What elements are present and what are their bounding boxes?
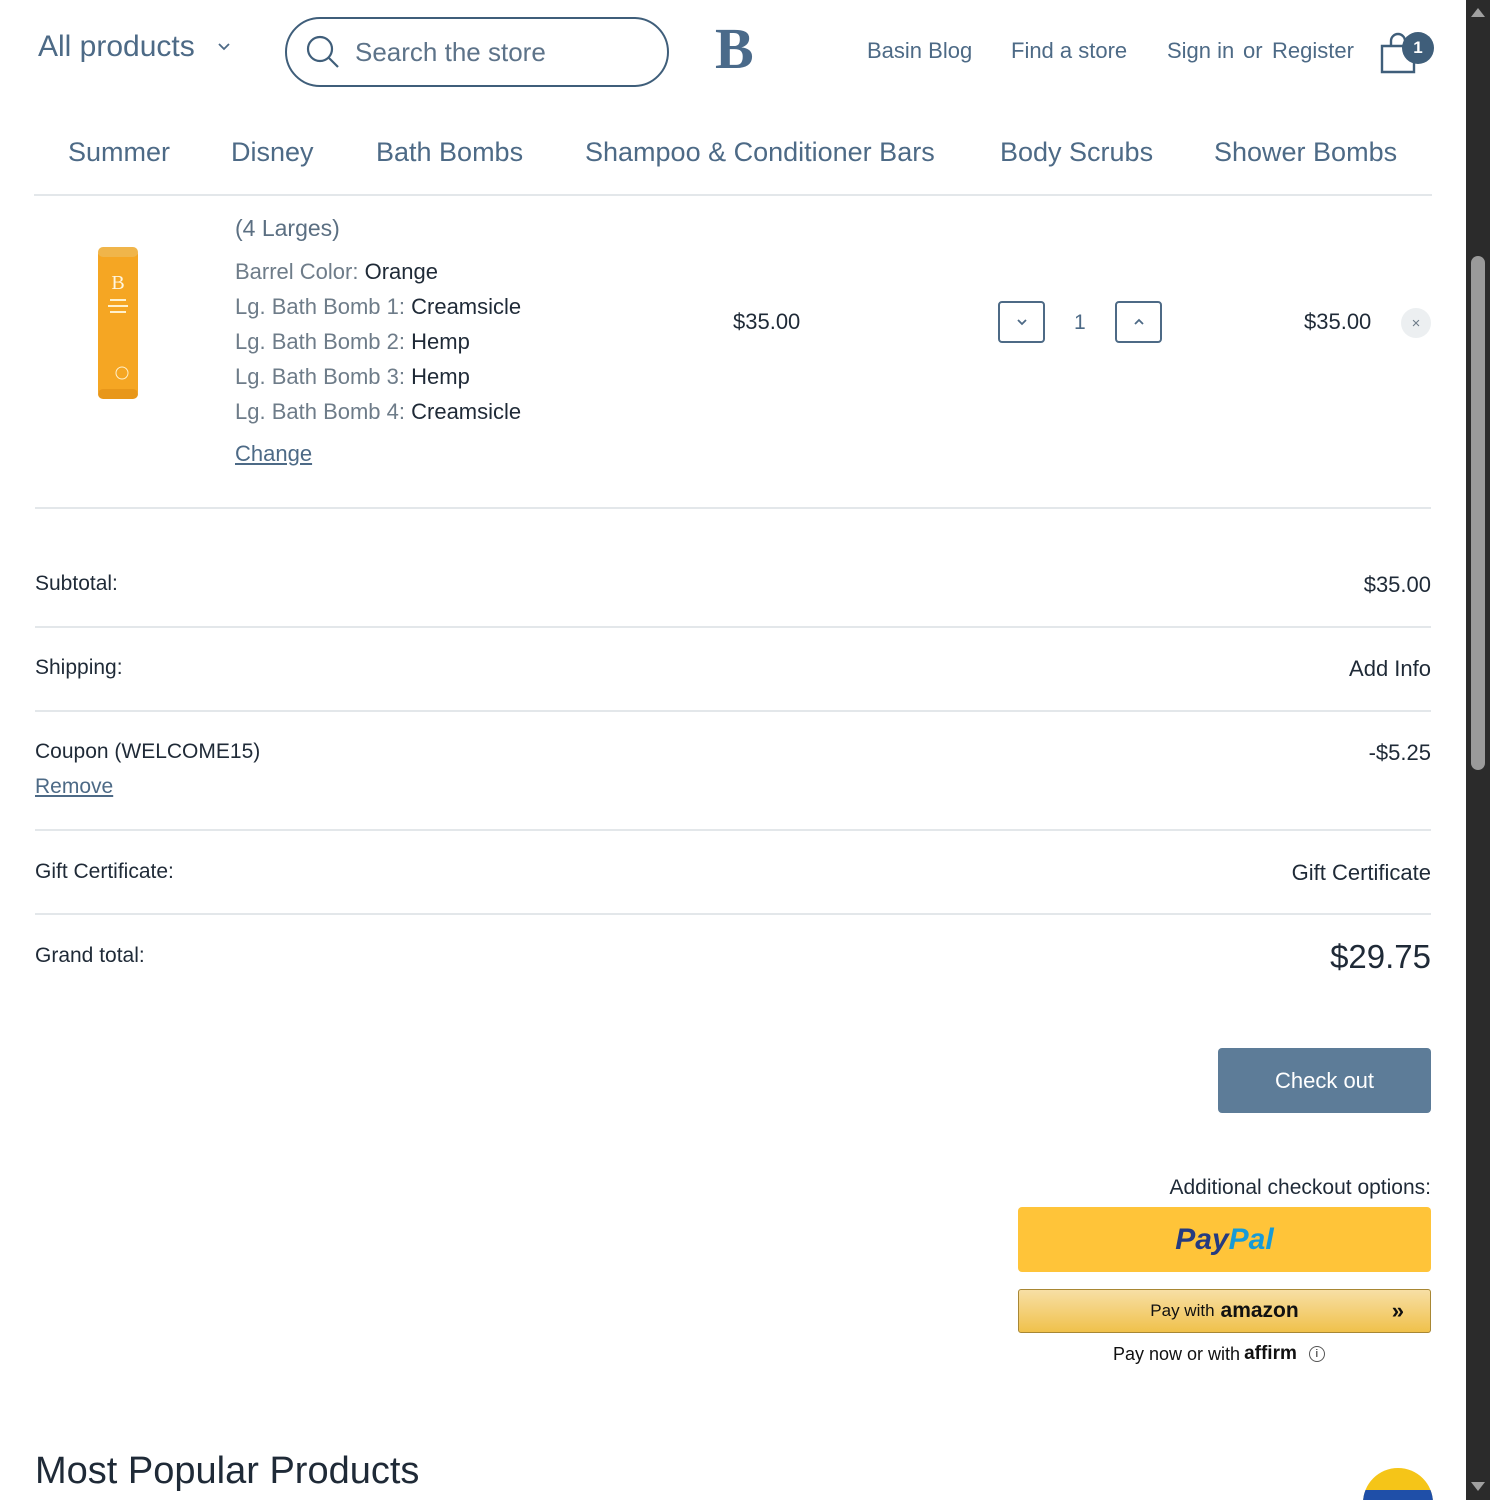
subtotal-label: Subtotal: <box>35 572 118 595</box>
cart-count-badge: 1 <box>1402 32 1434 64</box>
double-chevron-right-icon: » <box>1391 1298 1404 1323</box>
item-name-line2[interactable]: (4 Larges) <box>235 215 340 242</box>
quantity-decrease-button[interactable] <box>998 301 1045 343</box>
gift-certificate-link[interactable]: Gift Certificate <box>1292 860 1431 886</box>
subtotal-value: $35.00 <box>1363 572 1431 597</box>
scroll-up-arrow-icon[interactable] <box>1471 8 1485 17</box>
most-popular-heading: Most Popular Products <box>35 1450 420 1492</box>
paypal-logo-pay: Pay <box>1175 1222 1229 1256</box>
divider <box>35 913 1431 915</box>
divider <box>35 626 1431 628</box>
quantity-value[interactable]: 1 <box>1074 311 1086 335</box>
product-barrel-image[interactable]: B <box>96 243 140 403</box>
coupon-label: Coupon (WELCOME15) <box>35 740 261 763</box>
close-icon: × <box>1411 314 1421 332</box>
amazon-pay-label: Pay with <box>1150 1301 1215 1320</box>
divider <box>35 829 1431 831</box>
scroll-down-arrow-icon[interactable] <box>1471 1482 1485 1491</box>
option-value: Creamsicle <box>411 399 522 424</box>
option-label: Lg. Bath Bomb 1: <box>235 294 405 319</box>
coupon-discount-value: -$5.25 <box>1368 740 1431 765</box>
option-barrel-color: Barrel Color: Orange <box>235 259 438 285</box>
coupon-remove-link[interactable]: Remove <box>35 775 113 799</box>
item-unit-price: $35.00 <box>733 309 801 334</box>
chat-widget-icon[interactable] <box>1363 1468 1433 1500</box>
option-label: Lg. Bath Bomb 4: <box>235 399 405 424</box>
nav-bath-bombs[interactable]: Bath Bombs <box>376 137 523 168</box>
amazon-pay-button[interactable]: Pay with amazon » <box>1018 1289 1431 1333</box>
sign-in-link[interactable]: Sign in <box>1167 38 1234 64</box>
or-text: or <box>1243 38 1263 63</box>
search-box[interactable]: Search the store <box>285 17 669 87</box>
nav-summer[interactable]: Summer <box>68 137 170 168</box>
item-line-total: $35.00 <box>1304 309 1372 334</box>
option-value: Creamsicle <box>411 294 522 319</box>
amazon-logo: amazon <box>1220 1299 1299 1322</box>
search-input[interactable]: Search the store <box>355 37 546 68</box>
chevron-up-icon <box>1133 318 1144 325</box>
affirm-logo: affirm <box>1244 1343 1297 1364</box>
site-logo[interactable]: B <box>715 20 754 78</box>
site-header: All products Search the store B Basin Bl… <box>0 0 1466 104</box>
shipping-label: Shipping: <box>35 656 123 679</box>
divider <box>35 507 1431 509</box>
option-bath-bomb-2: Lg. Bath Bomb 2: Hemp <box>235 329 470 355</box>
quantity-increase-button[interactable] <box>1115 301 1162 343</box>
shipping-add-info-link[interactable]: Add Info <box>1349 656 1431 682</box>
register-link[interactable]: Register <box>1272 38 1354 64</box>
nav-shampoo-conditioner-bars[interactable]: Shampoo & Conditioner Bars <box>585 137 935 168</box>
chevron-down-icon <box>218 43 230 51</box>
find-store-link[interactable]: Find a store <box>1011 38 1127 64</box>
option-value: Orange <box>364 259 438 284</box>
scrollbar-thumb[interactable] <box>1471 256 1485 770</box>
svg-text:B: B <box>111 272 124 294</box>
gift-certificate-label: Gift Certificate: <box>35 860 174 883</box>
checkout-button[interactable]: Check out <box>1218 1048 1431 1113</box>
option-value: Hemp <box>411 364 470 389</box>
nav-shower-bombs[interactable]: Shower Bombs <box>1214 137 1397 168</box>
search-icon <box>306 35 339 68</box>
nav-divider <box>34 194 1432 196</box>
remove-item-button[interactable]: × <box>1401 308 1431 338</box>
affirm-label: Pay now or with <box>1113 1343 1241 1364</box>
grand-total-label: Grand total: <box>35 944 145 967</box>
option-bath-bomb-4: Lg. Bath Bomb 4: Creamsicle <box>235 399 521 425</box>
all-products-dropdown[interactable]: All products <box>38 30 231 64</box>
grand-total-value: $29.75 <box>1330 938 1431 975</box>
option-bath-bomb-3: Lg. Bath Bomb 3: Hemp <box>235 364 470 390</box>
chevron-down-icon <box>1016 319 1027 326</box>
all-products-label: All products <box>38 30 195 63</box>
additional-checkout-label: Additional checkout options: <box>1169 1176 1431 1199</box>
option-value: Hemp <box>411 329 470 354</box>
option-label: Lg. Bath Bomb 2: <box>235 329 405 354</box>
info-icon[interactable]: i <box>1308 1346 1325 1362</box>
option-bath-bomb-1: Lg. Bath Bomb 1: Creamsicle <box>235 294 521 320</box>
basin-blog-link[interactable]: Basin Blog <box>867 38 972 64</box>
nav-disney[interactable]: Disney <box>231 137 314 168</box>
paypal-button[interactable]: Pay Pal <box>1018 1207 1431 1272</box>
nav-body-scrubs[interactable]: Body Scrubs <box>1000 137 1153 168</box>
divider <box>35 710 1431 712</box>
category-nav: Summer Disney Bath Bombs Shampoo & Condi… <box>0 104 1466 196</box>
option-label: Barrel Color: <box>235 259 359 284</box>
affirm-option[interactable]: Pay now or with affirm i <box>1113 1343 1325 1365</box>
option-label: Lg. Bath Bomb 3: <box>235 364 405 389</box>
change-options-link[interactable]: Change <box>235 441 312 467</box>
paypal-logo-pal: Pal <box>1228 1222 1274 1256</box>
